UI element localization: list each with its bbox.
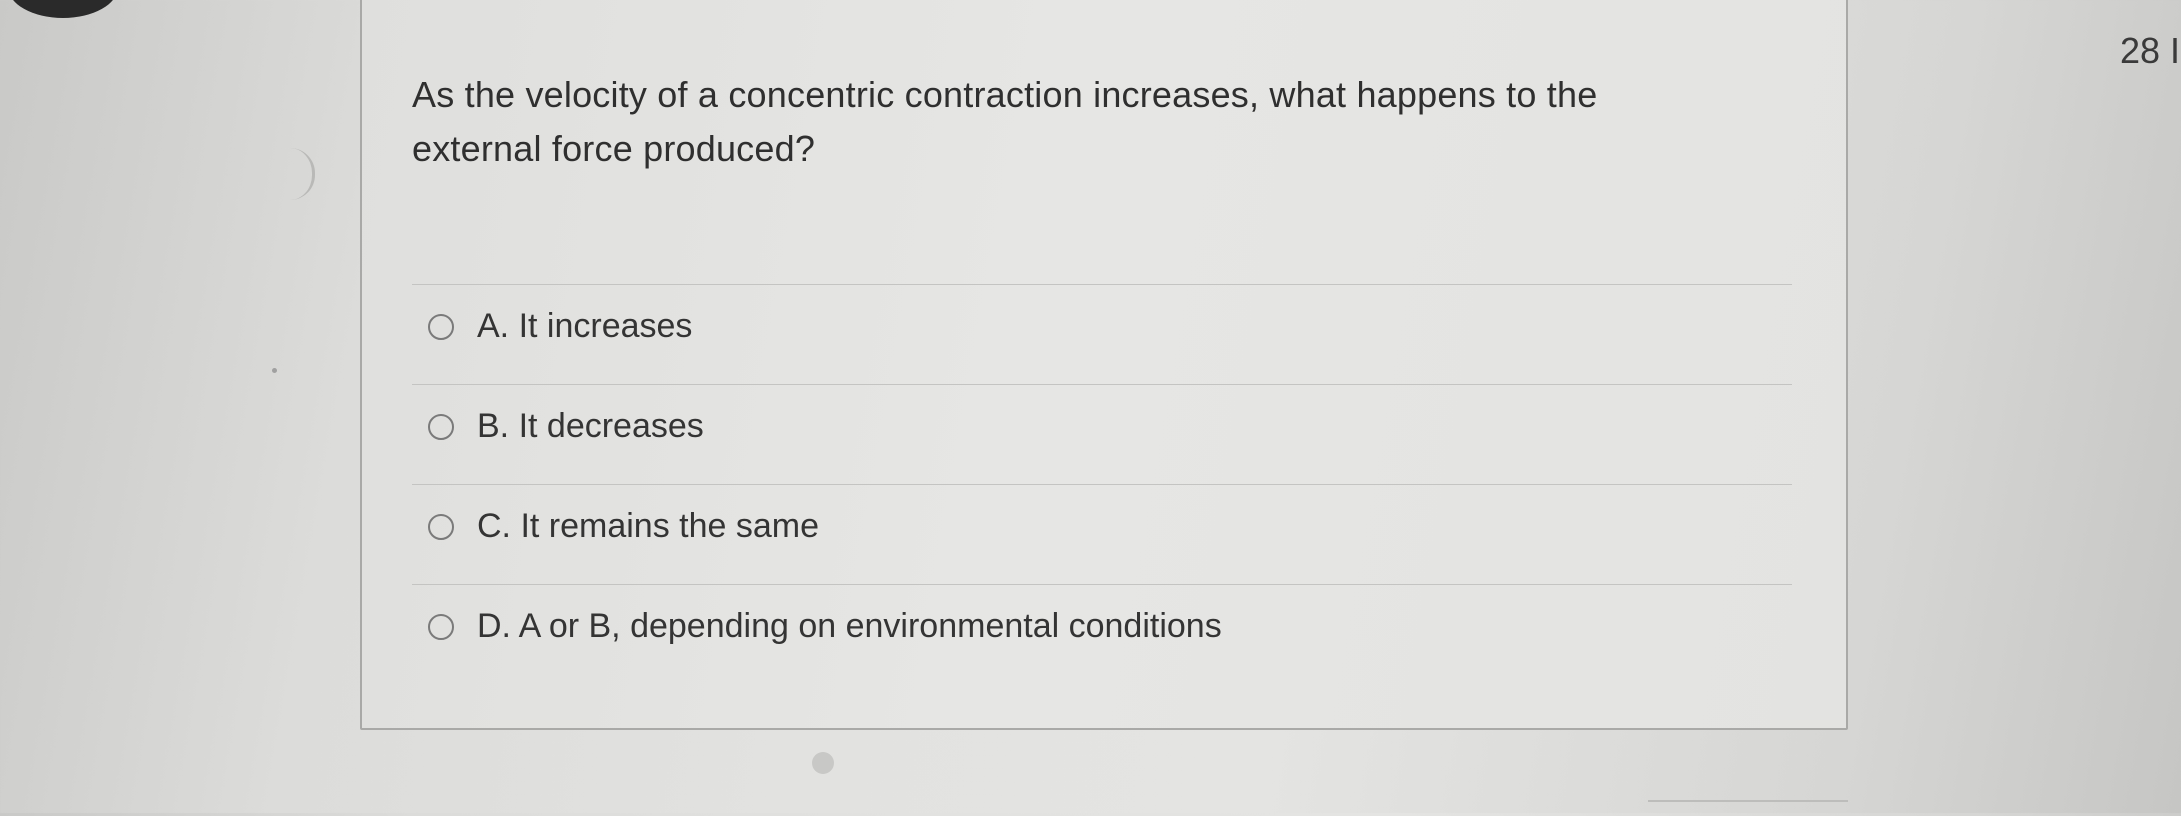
answer-label-d[interactable]: D. A or B, depending on environmental co… [477,603,1222,649]
radio-button-c[interactable] [428,514,454,540]
answer-options-list: A. It increases B. It decreases C. It re… [412,284,1792,684]
dark-corner-shape [8,0,118,18]
radio-button-b[interactable] [428,414,454,440]
answer-label-b[interactable]: B. It decreases [477,403,704,449]
answer-option-a[interactable]: A. It increases [412,284,1792,384]
answer-label-c[interactable]: C. It remains the same [477,503,819,549]
radio-button-a[interactable] [428,314,454,340]
answer-option-b[interactable]: B. It decreases [412,384,1792,484]
radio-button-d[interactable] [428,614,454,640]
answer-label-a[interactable]: A. It increases [477,303,692,349]
small-dot-mark [272,368,277,373]
bottom-edge-strip [1648,800,1848,816]
bottom-dot-mark [812,752,834,774]
answer-option-d[interactable]: D. A or B, depending on environmental co… [412,584,1792,684]
answer-option-c[interactable]: C. It remains the same [412,484,1792,584]
question-counter: 28 I [2120,30,2181,71]
left-bracket-mark [290,148,315,200]
question-text: As the velocity of a concentric contract… [412,74,1598,169]
